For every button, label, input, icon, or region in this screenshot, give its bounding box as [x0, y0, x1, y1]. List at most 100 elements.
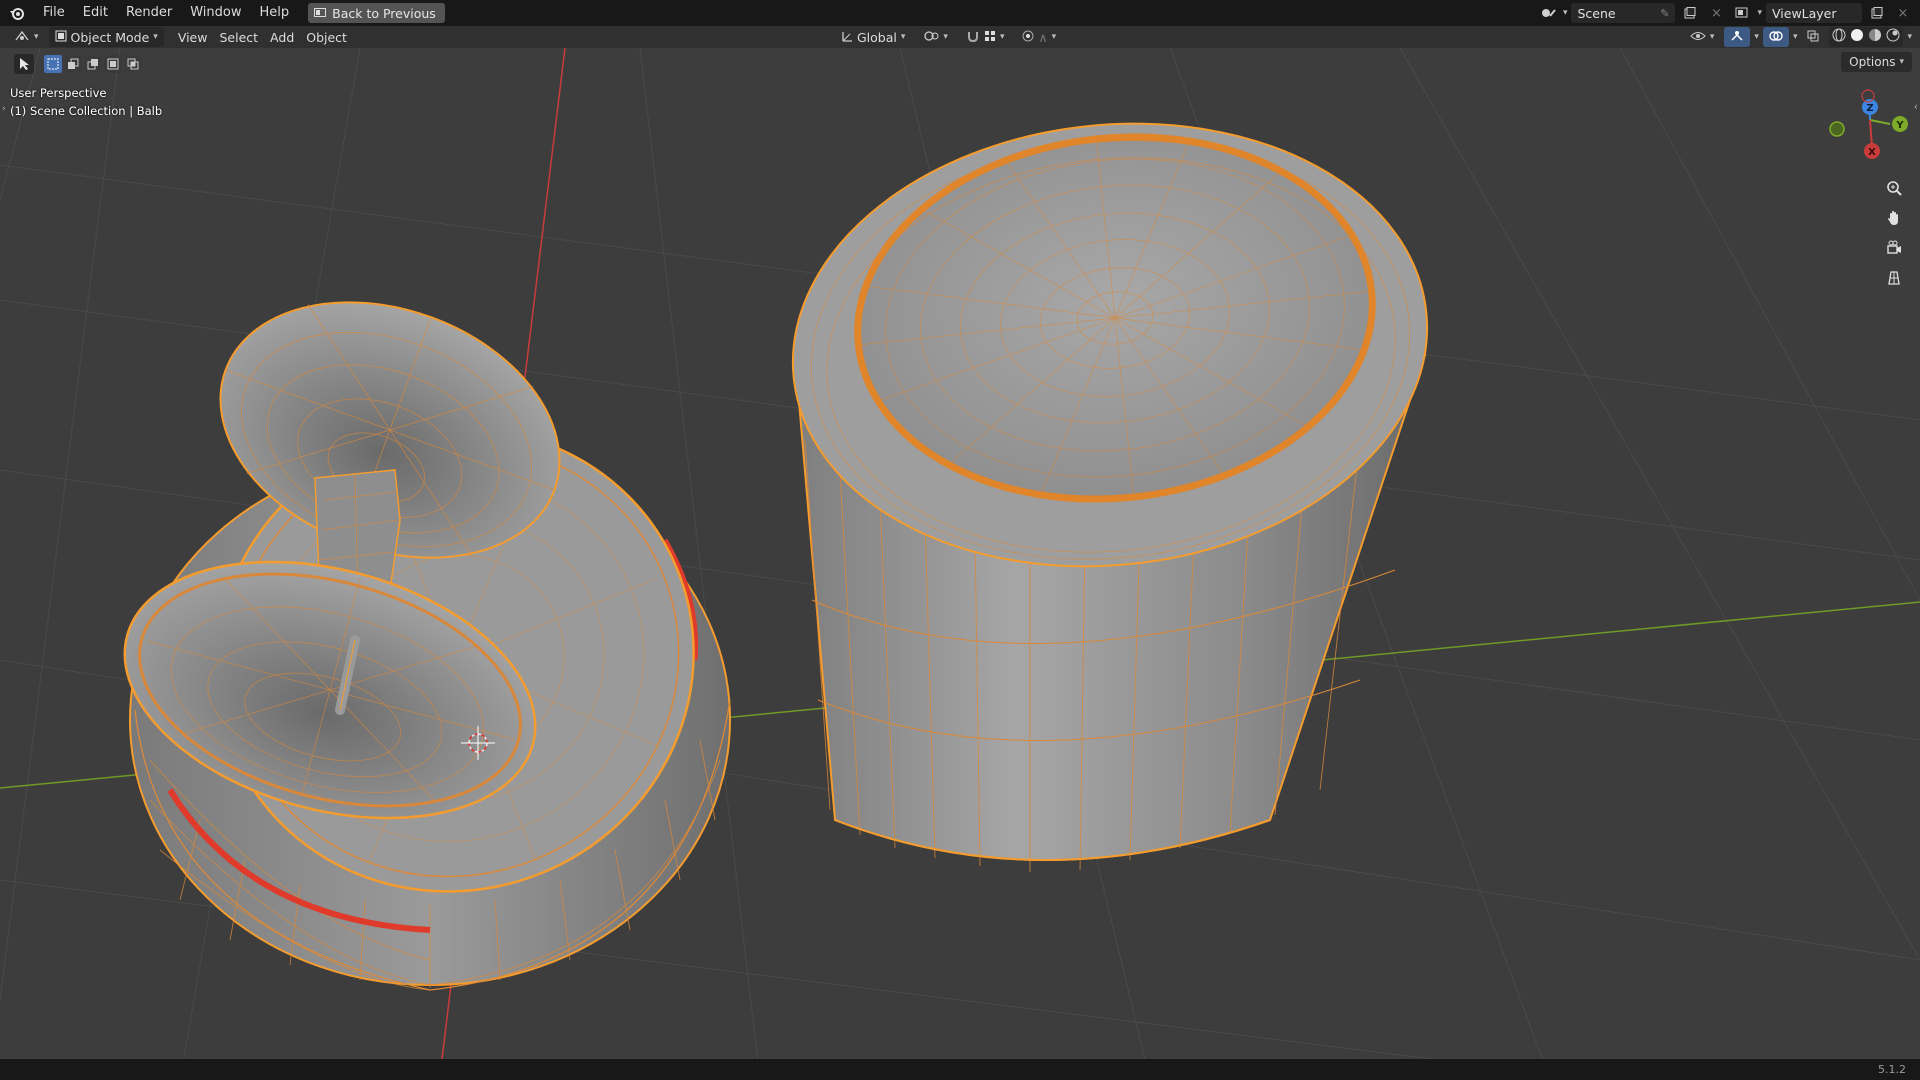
select-intersect-icon[interactable]	[124, 55, 142, 73]
svg-text:X: X	[1868, 147, 1876, 158]
chevron-down-icon: ▾	[943, 32, 948, 42]
scene-selector-icon[interactable]	[1537, 3, 1559, 23]
object-mode-dropdown[interactable]: Object Mode ▾	[48, 27, 164, 47]
svg-text:Z: Z	[1866, 103, 1873, 114]
view-layer-name: ViewLayer	[1772, 5, 1837, 21]
select-tool-icon[interactable]	[14, 54, 34, 74]
menu-render[interactable]: Render	[117, 0, 181, 26]
sidebar-toggle-icon[interactable]: ‹	[1914, 100, 1918, 113]
chevron-down-icon: ▾	[1051, 32, 1057, 42]
proportional-editing-toggle[interactable]: ∧ ▾	[1016, 27, 1062, 47]
menu-help[interactable]: Help	[251, 0, 299, 26]
eye-icon	[1690, 30, 1706, 45]
chevron-down-icon: ▾	[999, 32, 1005, 42]
navigation-gizmo[interactable]: Z Y X	[1829, 89, 1908, 159]
snap-toggle[interactable]: ▾	[960, 27, 1011, 47]
chevron-down-icon: ▾	[153, 32, 158, 42]
scene-name: Scene	[1577, 5, 1616, 21]
pivot-icon	[923, 30, 939, 45]
object-visibility-dropdown[interactable]: ▾	[1684, 27, 1721, 47]
scene-name-field[interactable]: Scene ✎	[1571, 3, 1676, 23]
menu-select[interactable]: Select	[213, 27, 264, 47]
chevron-down-icon: ▾	[1899, 57, 1904, 67]
material-shading-icon[interactable]	[1868, 28, 1882, 46]
menu-view[interactable]: View	[172, 27, 214, 47]
svg-text:Y: Y	[1895, 120, 1904, 131]
selection-mode-group	[44, 55, 142, 73]
overlays-toggle[interactable]	[1762, 27, 1789, 47]
remove-view-layer-icon[interactable]: ×	[1892, 3, 1914, 23]
camera-view-icon[interactable]	[1882, 236, 1906, 260]
viewport-navigation-buttons	[1882, 176, 1906, 290]
chevron-down-icon: ▾	[34, 32, 39, 42]
chevron-down-icon: ▾	[1562, 8, 1568, 18]
view-layer-icon[interactable]	[1731, 3, 1753, 23]
viewport-tool-settings	[14, 54, 142, 74]
editor-type-selector[interactable]: ▾	[8, 27, 45, 47]
blender-logo-icon[interactable]	[0, 0, 34, 26]
back-to-previous-label: Back to Previous	[332, 5, 436, 21]
chevron-down-icon: ▾	[1757, 8, 1762, 18]
shading-mode-group	[1829, 27, 1904, 47]
screen-icon	[314, 6, 327, 21]
orientation-icon	[841, 30, 853, 45]
scene-viewlayer-controls: ▾ Scene ✎ × ▾ ViewLayer ×	[1537, 3, 1914, 23]
lid-object[interactable]	[771, 93, 1450, 872]
viewport-display-controls: ▾ ▾ ▾ ▾	[1684, 27, 1912, 47]
3d-viewport-icon	[14, 30, 30, 45]
status-bar	[0, 1059, 1920, 1080]
balb-object[interactable]	[96, 257, 764, 991]
chevron-down-icon: ▾	[1709, 32, 1715, 42]
remove-scene-icon[interactable]: ×	[1705, 3, 1727, 23]
transform-orientation-label: Global	[857, 29, 897, 45]
pin-icon[interactable]: ✎	[1660, 7, 1669, 20]
options-label: Options	[1849, 55, 1896, 69]
expand-arrow-icon[interactable]: ›	[2, 104, 6, 114]
select-subtract-icon[interactable]	[84, 55, 102, 73]
wireframe-shading-icon[interactable]	[1832, 28, 1846, 46]
gizmo-neg-y	[1829, 121, 1845, 137]
new-view-layer-icon[interactable]	[1866, 3, 1888, 23]
menu-file[interactable]: File	[34, 0, 74, 26]
top-menu-bar: File Edit Render Window Help Back to Pre…	[0, 0, 1920, 26]
proportional-icon	[1022, 30, 1034, 45]
solid-shading-icon[interactable]	[1850, 28, 1864, 46]
select-extend-icon[interactable]	[64, 55, 82, 73]
back-to-previous-button[interactable]: Back to Previous	[308, 3, 445, 23]
object-mode-icon	[55, 30, 67, 45]
chevron-down-icon: ▾	[900, 32, 906, 42]
select-invert-icon[interactable]	[104, 55, 122, 73]
snap-grid-icon	[984, 30, 996, 45]
rendered-shading-icon[interactable]	[1886, 28, 1900, 46]
zoom-icon[interactable]	[1882, 176, 1906, 200]
menu-window[interactable]: Window	[181, 0, 250, 26]
menu-add[interactable]: Add	[264, 27, 300, 47]
collection-label: (1) Scene Collection | Balb	[10, 104, 163, 118]
perspective-toggle-icon[interactable]	[1882, 266, 1906, 290]
gizmo-icon	[1730, 30, 1744, 45]
transform-orientation-dropdown[interactable]: Global ▾	[835, 27, 911, 47]
view-layer-field[interactable]: ViewLayer	[1766, 3, 1862, 23]
chevron-down-icon: ▾	[1754, 32, 1759, 42]
version-label: 5.1.2	[1878, 1063, 1906, 1076]
gizmo-toggle[interactable]	[1724, 27, 1751, 47]
object-mode-label: Object Mode	[70, 29, 150, 45]
select-new-icon[interactable]	[44, 55, 62, 73]
xray-toggle[interactable]	[1801, 27, 1825, 47]
options-dropdown[interactable]: Options ▾	[1841, 52, 1912, 72]
viewport-canvas[interactable]: Z Y X	[0, 0, 1920, 1080]
chevron-down-icon: ▾	[1907, 32, 1912, 42]
xray-icon	[1807, 30, 1819, 45]
perspective-label: User Perspective	[10, 86, 107, 100]
viewport-header: ▾ Object Mode ▾ View Select Add Object G…	[0, 26, 1920, 48]
menu-edit[interactable]: Edit	[74, 0, 117, 26]
falloff-icon: ∧	[1038, 29, 1048, 45]
transform-controls: Global ▾ ▾ ▾ ∧ ▾	[835, 27, 1062, 47]
menu-object[interactable]: Object	[300, 27, 353, 47]
magnet-icon	[966, 30, 980, 45]
chevron-down-icon: ▾	[1792, 32, 1798, 42]
new-scene-icon[interactable]	[1679, 3, 1701, 23]
overlays-icon	[1769, 30, 1783, 45]
pivot-point-dropdown[interactable]: ▾	[917, 27, 954, 47]
pan-hand-icon[interactable]	[1882, 206, 1906, 230]
